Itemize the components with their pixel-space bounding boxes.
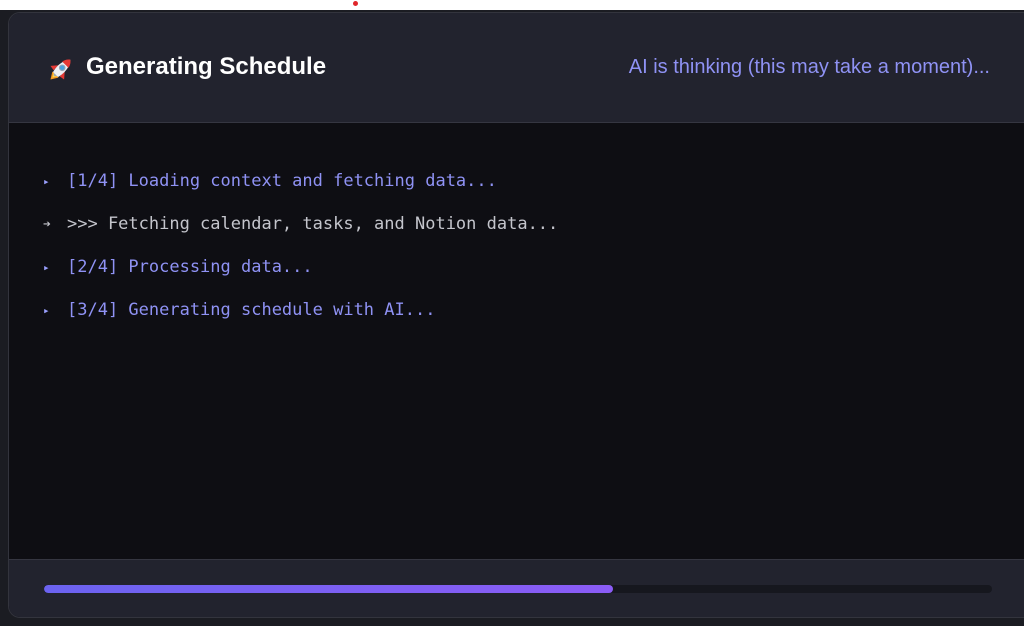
notification-dot [353, 1, 358, 6]
log-output: ▸ [1/4] Loading context and fetching dat… [9, 123, 1024, 559]
ai-status-text: AI is thinking (this may take a moment).… [628, 56, 990, 78]
log-line-step-1: ▸ [1/4] Loading context and fetching dat… [43, 169, 497, 193]
modal-title: Generating Schedule [86, 53, 327, 80]
log-line-text: [2/4] Processing data... [67, 257, 313, 277]
progress-bar-fill [44, 585, 613, 593]
rocket-icon [50, 59, 71, 80]
triangle-right-icon: ▸ [43, 260, 50, 274]
modal-footer [9, 559, 1024, 617]
triangle-right-icon: ▸ [43, 303, 50, 317]
log-line-info: ➔ >>> Fetching calendar, tasks, and Noti… [43, 212, 558, 236]
log-line-text: [3/4] Generating schedule with AI... [67, 300, 436, 320]
arrow-right-icon: ➔ [43, 216, 51, 232]
log-line-text: >>> Fetching calendar, tasks, and Notion… [67, 214, 559, 234]
log-line-step-3: ▸ [3/4] Generating schedule with AI... [43, 298, 435, 322]
progress-bar [44, 585, 992, 593]
triangle-right-icon: ▸ [43, 174, 50, 188]
log-line-step-2: ▸ [2/4] Processing data... [43, 255, 313, 279]
generating-schedule-modal: Generating Schedule AI is thinking (this… [8, 12, 1024, 618]
window-top-strip [0, 0, 1024, 10]
modal-header: Generating Schedule AI is thinking (this… [9, 13, 1024, 123]
log-line-text: [1/4] Loading context and fetching data.… [67, 171, 497, 191]
